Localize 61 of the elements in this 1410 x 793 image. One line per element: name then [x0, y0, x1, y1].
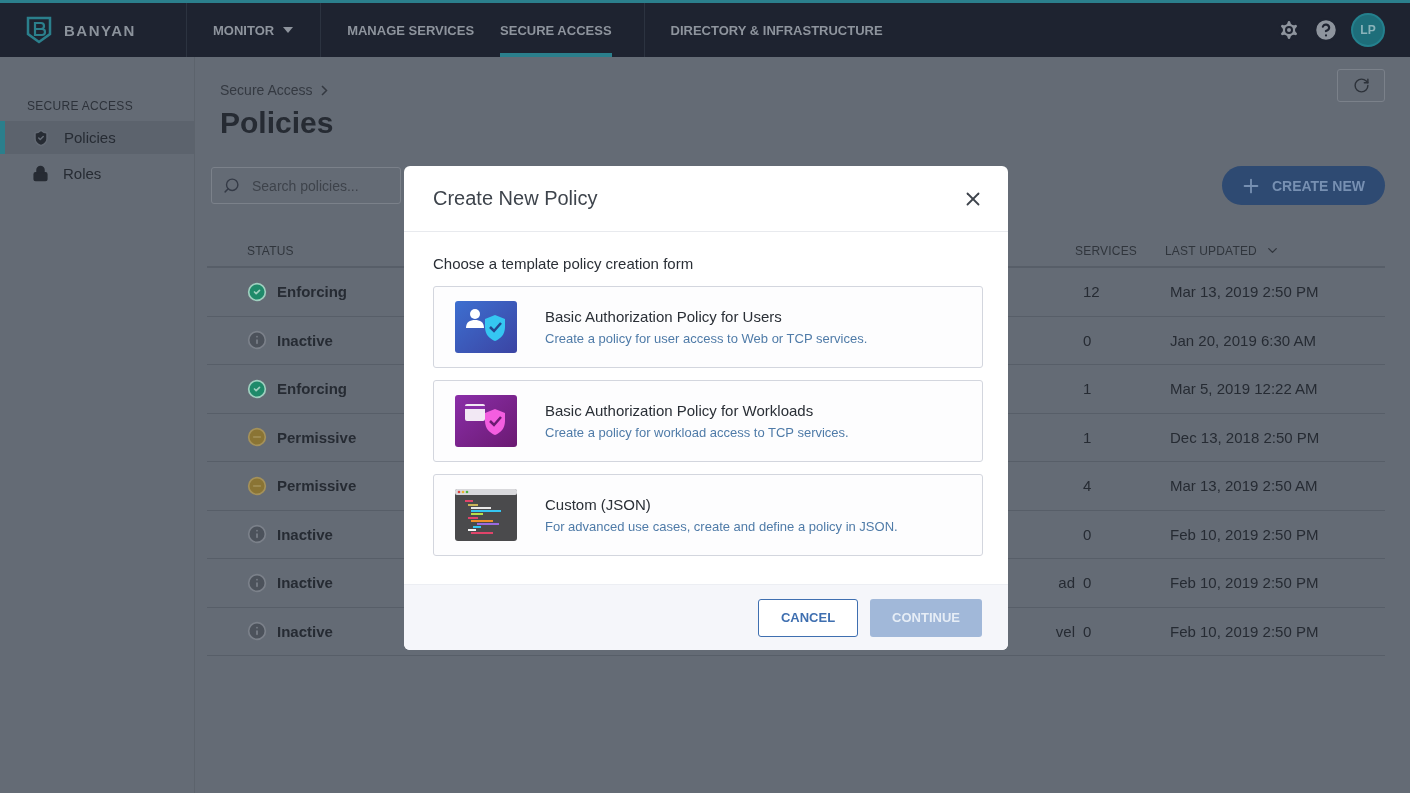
column-header: SERVICES	[1075, 243, 1139, 258]
cancel-button[interactable]: CANCEL	[757, 598, 859, 637]
refresh-icon	[1352, 77, 1370, 94]
create-new-button[interactable]: CREATE NEW	[1221, 166, 1385, 205]
option-description: Create a policy for user access to Web or TCP services.	[545, 331, 868, 346]
info-icon	[247, 330, 267, 351]
column-header: STATUS	[247, 243, 295, 258]
check-circle-icon	[247, 281, 267, 302]
table-cell-text: 12	[1082, 283, 1101, 301]
table-cell-text: Dec 13, 2018 2:50 PM	[1169, 428, 1321, 446]
table-cell-text: 0	[1082, 574, 1093, 592]
option-title: Custom (JSON)	[545, 496, 652, 513]
dialog-title: Create New Policy	[433, 187, 598, 210]
table-cell-text: Mar 13, 2019 2:50 AM	[1169, 477, 1319, 495]
lock-icon	[32, 165, 49, 182]
user-shield-icon	[455, 301, 517, 353]
chevron-right-icon	[320, 84, 328, 96]
table-cell-text: Feb 10, 2019 2:50 PM	[1169, 574, 1320, 592]
shield-icon	[32, 128, 50, 147]
template-option[interactable]: Basic Authorization Policy for Workloads Create a policy for workload access to TCP services.	[433, 380, 983, 462]
server-shield-icon	[455, 395, 517, 447]
info-icon	[247, 524, 267, 545]
table-cell-text: ad	[1057, 574, 1075, 592]
brand-name: BANYAN	[64, 21, 136, 39]
user-avatar[interactable]: LP	[1351, 13, 1385, 47]
info-icon	[247, 621, 267, 642]
refresh-button[interactable]	[1337, 69, 1385, 102]
table-cell-text: Feb 10, 2019 2:50 PM	[1169, 622, 1320, 640]
table-cell-text: 4	[1082, 477, 1093, 495]
sidebar-heading: SECURE ACCESS	[26, 99, 134, 113]
table-cell-text: vel	[1054, 622, 1075, 640]
option-description: For advanced use cases, create and define a policy in JSON.	[545, 519, 898, 534]
table-cell-text: Feb 10, 2019 2:50 PM	[1169, 525, 1320, 543]
banyan-logo-icon	[26, 16, 52, 44]
minus-circle-icon	[247, 475, 267, 496]
table-cell-text: 0	[1082, 525, 1093, 543]
table-cell-text: Mar 5, 2019 12:22 AM	[1169, 380, 1319, 398]
info-icon	[247, 572, 267, 593]
table-cell-text: 0	[1082, 622, 1093, 640]
page-title: Policies	[220, 106, 334, 140]
template-option[interactable]: Basic Authorization Policy for Users Create a policy for user access to Web or TCP services.	[433, 286, 983, 368]
table-cell-text: 1	[1082, 428, 1093, 446]
nav-tab[interactable]: DIRECTORY & INFRASTRUCTURE	[670, 3, 883, 57]
template-option[interactable]: Custom (JSON) For advanced use cases, create and define a policy in JSON.	[433, 474, 983, 556]
dialog-prompt: Choose a template policy creation form	[433, 255, 695, 272]
option-title: Basic Authorization Policy for Workloads	[545, 402, 815, 419]
option-title: Basic Authorization Policy for Users	[545, 308, 783, 325]
code-window-icon	[455, 489, 517, 541]
table-cell-text: 0	[1082, 331, 1093, 349]
nav-tab[interactable]: MONITOR	[213, 3, 295, 57]
check-circle-icon	[247, 378, 267, 399]
option-description: Create a policy for workload access to TCP services.	[545, 425, 849, 440]
minus-circle-icon	[247, 427, 267, 448]
nav-tab[interactable]: SECURE ACCESS	[500, 3, 612, 57]
table-cell-text: Jan 20, 2019 6:30 AM	[1169, 331, 1317, 349]
nav-tab[interactable]: MANAGE SERVICES	[347, 3, 475, 57]
table-cell-text: 1	[1082, 380, 1093, 398]
table-cell-text: Mar 13, 2019 2:50 PM	[1169, 283, 1320, 301]
search-icon	[223, 177, 240, 194]
help-icon[interactable]	[1313, 17, 1339, 43]
sidebar-item[interactable]: Roles	[0, 157, 194, 190]
